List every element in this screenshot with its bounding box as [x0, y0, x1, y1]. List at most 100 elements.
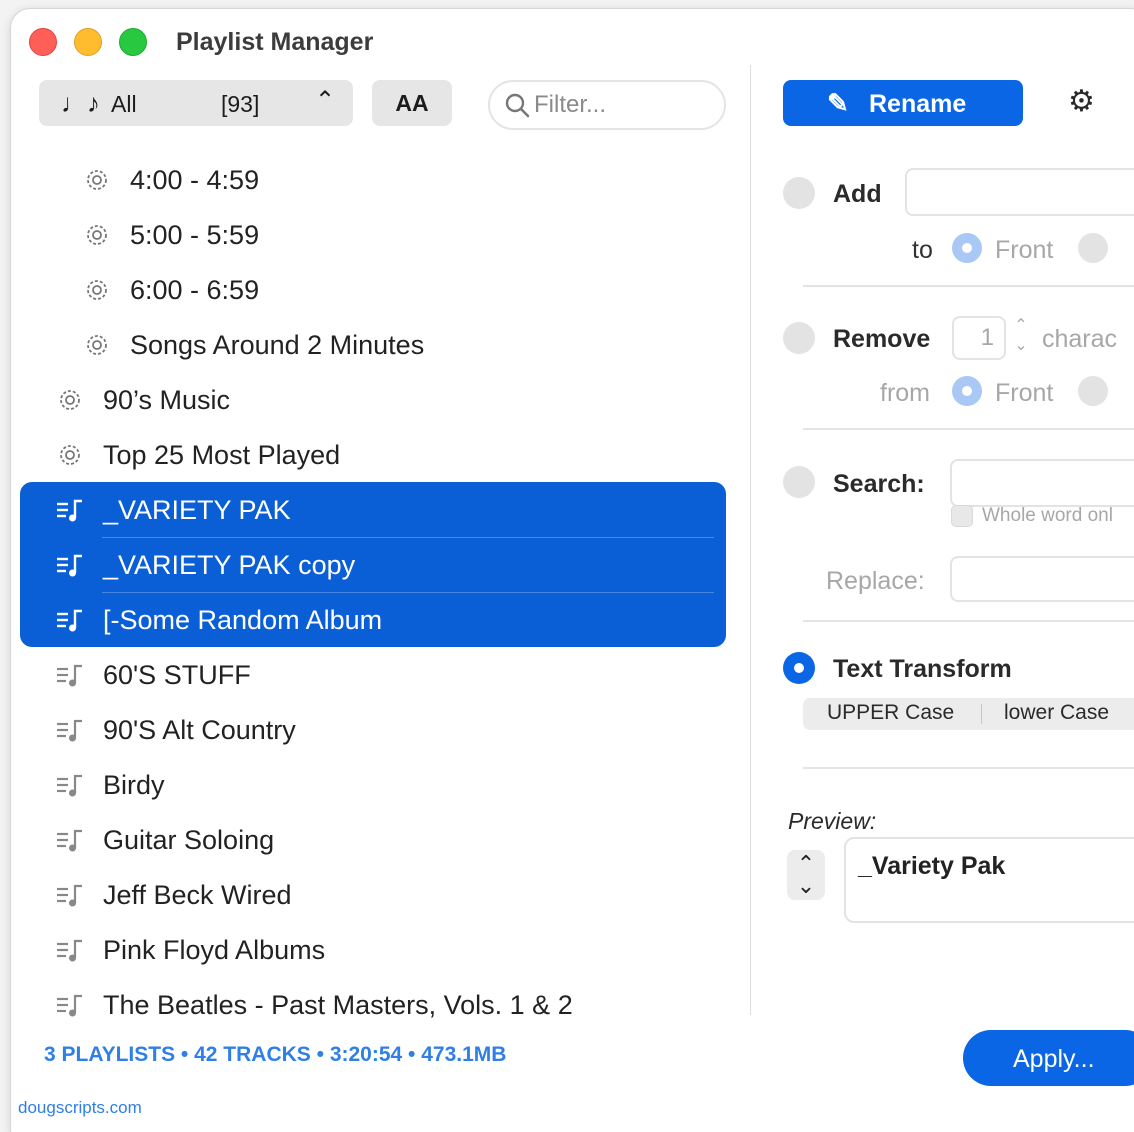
close-window-button[interactable]	[29, 28, 57, 56]
preview-stepper[interactable]: ⌃ ⌄	[787, 850, 825, 900]
segment-separator	[981, 704, 982, 724]
list-item[interactable]: Jeff Beck Wired	[20, 867, 726, 922]
preview-label: Preview:	[788, 808, 877, 834]
list-item-label: Pink Floyd Albums	[103, 935, 326, 965]
smart-playlist-gear-icon	[87, 280, 107, 300]
replace-text-field[interactable]	[950, 556, 1134, 602]
playlist-icon	[57, 664, 82, 687]
playlist-icon	[57, 719, 82, 742]
playlist-icon	[57, 499, 82, 522]
source-count: [93]	[221, 91, 260, 117]
list-item-label: Top 25 Most Played	[103, 440, 341, 470]
list-item[interactable]: Top 25 Most Played	[20, 427, 726, 482]
list-item-label: 90’s Music	[103, 385, 231, 415]
playlist-icon	[57, 609, 82, 632]
chevron-updown-icon: ⌃	[315, 87, 336, 114]
list-item-label: Guitar Soloing	[103, 825, 275, 855]
window-title: Playlist Manager	[176, 28, 374, 56]
selected-playlists-group: _VARIETY PAK _VARIETY PAK copy [-Some Ra…	[20, 482, 726, 647]
remove-radio[interactable]	[783, 322, 815, 354]
remove-count-stepper[interactable]: ⌃ ⌄	[1010, 316, 1032, 360]
separator	[803, 767, 1134, 769]
list-item-label: Songs Around 2 Minutes	[130, 330, 425, 360]
upper-case-segment[interactable]: UPPER Case	[827, 701, 954, 725]
text-transform-radio[interactable]	[783, 652, 815, 684]
to-label: to	[912, 236, 933, 264]
list-item[interactable]: The Beatles - Past Masters, Vols. 1 & 2	[20, 977, 726, 1032]
gears-icon[interactable]: ⚙	[1068, 84, 1095, 119]
tab-rename[interactable]: ✎ Rename	[783, 80, 1023, 126]
playlist-source-popup[interactable]: ♩♪ All [93] ⌃	[39, 80, 353, 126]
font-size-button[interactable]: AA	[372, 80, 452, 126]
list-item-label: Birdy	[103, 770, 165, 800]
lower-case-segment[interactable]: lower Case	[1004, 701, 1109, 725]
remove-units-label: charac	[1042, 325, 1118, 353]
remove-label: Remove	[833, 325, 931, 353]
playlist-icon	[57, 829, 82, 852]
list-item[interactable]: 6:00 - 6:59	[20, 262, 726, 317]
list-item[interactable]: Songs Around 2 Minutes	[20, 317, 726, 372]
pane-divider[interactable]	[750, 65, 751, 1015]
list-item-label: _VARIETY PAK copy	[103, 550, 356, 580]
list-item-label: 5:00 - 5:59	[130, 220, 260, 250]
list-item-selected[interactable]: _VARIETY PAK copy	[20, 537, 726, 592]
whole-word-label: Whole word onl	[982, 505, 1113, 526]
list-item-label: 90'S Alt Country	[103, 715, 296, 745]
list-item[interactable]: 90’s Music	[20, 372, 726, 427]
list-item-selected[interactable]: _VARIETY PAK	[20, 482, 726, 537]
pencil-icon: ✎	[827, 88, 849, 118]
playlist-icon	[57, 884, 82, 907]
preview-value: _Variety Pak	[858, 852, 1006, 880]
list-item-label: 6:00 - 6:59	[130, 275, 260, 305]
smart-playlist-gear-icon	[87, 170, 107, 190]
apply-button[interactable]: Apply...	[963, 1030, 1134, 1086]
music-notes-icon: ♩♪	[61, 88, 100, 118]
website-link[interactable]: dougscripts.com	[18, 1098, 142, 1118]
whole-word-checkbox[interactable]	[951, 505, 973, 527]
search-text-field[interactable]	[950, 459, 1134, 507]
list-item-label: 4:00 - 4:59	[130, 165, 260, 195]
smart-playlist-gear-icon	[87, 225, 107, 245]
separator	[803, 428, 1134, 430]
remove-front-radio[interactable]	[952, 376, 982, 406]
list-item[interactable]: 5:00 - 5:59	[20, 207, 726, 262]
smart-playlist-gear-icon	[60, 390, 80, 410]
add-front-radio[interactable]	[952, 233, 982, 263]
add-radio[interactable]	[783, 177, 815, 209]
add-back-radio[interactable]	[1078, 233, 1108, 263]
separator	[803, 620, 1134, 622]
list-item-label: [-Some Random Album	[103, 605, 383, 635]
from-label: from	[880, 379, 930, 407]
list-item-label: Jeff Beck Wired	[103, 880, 292, 910]
remove-count-field[interactable]: 1	[952, 316, 1006, 360]
list-item-label: 60'S STUFF	[103, 660, 251, 690]
zoom-window-button[interactable]	[119, 28, 147, 56]
list-item[interactable]: 4:00 - 4:59	[20, 152, 726, 207]
remove-back-radio[interactable]	[1078, 376, 1108, 406]
playlist-icon	[57, 994, 82, 1017]
separator	[803, 285, 1134, 287]
list-item-label: The Beatles - Past Masters, Vols. 1 & 2	[103, 990, 573, 1020]
list-item-label: _VARIETY PAK	[103, 495, 291, 525]
list-item[interactable]: 60'S STUFF	[20, 647, 726, 702]
case-segmented-control: UPPER Case lower Case	[803, 698, 1134, 730]
search-icon	[505, 93, 530, 118]
preview-box: _Variety Pak	[844, 837, 1134, 923]
apply-label: Apply...	[1013, 1045, 1095, 1073]
filter-field[interactable]	[488, 80, 726, 130]
selection-summary: 3 PLAYLISTS • 42 TRACKS • 3:20:54 • 473.…	[44, 1043, 507, 1066]
search-radio[interactable]	[783, 466, 815, 498]
list-item[interactable]: 90'S Alt Country	[20, 702, 726, 757]
tab-rename-label: Rename	[869, 90, 967, 118]
text-transform-label: Text Transform	[833, 655, 1012, 683]
minimize-window-button[interactable]	[74, 28, 102, 56]
smart-playlist-gear-icon	[87, 335, 107, 355]
list-item[interactable]: Birdy	[20, 757, 726, 812]
filter-input[interactable]	[534, 90, 714, 120]
add-text-field[interactable]	[905, 168, 1134, 216]
list-item[interactable]: Pink Floyd Albums	[20, 922, 726, 977]
source-label: All	[111, 91, 137, 117]
list-item-selected[interactable]: [-Some Random Album	[20, 592, 726, 647]
remove-front-label: Front	[995, 379, 1054, 407]
list-item[interactable]: Guitar Soloing	[20, 812, 726, 867]
